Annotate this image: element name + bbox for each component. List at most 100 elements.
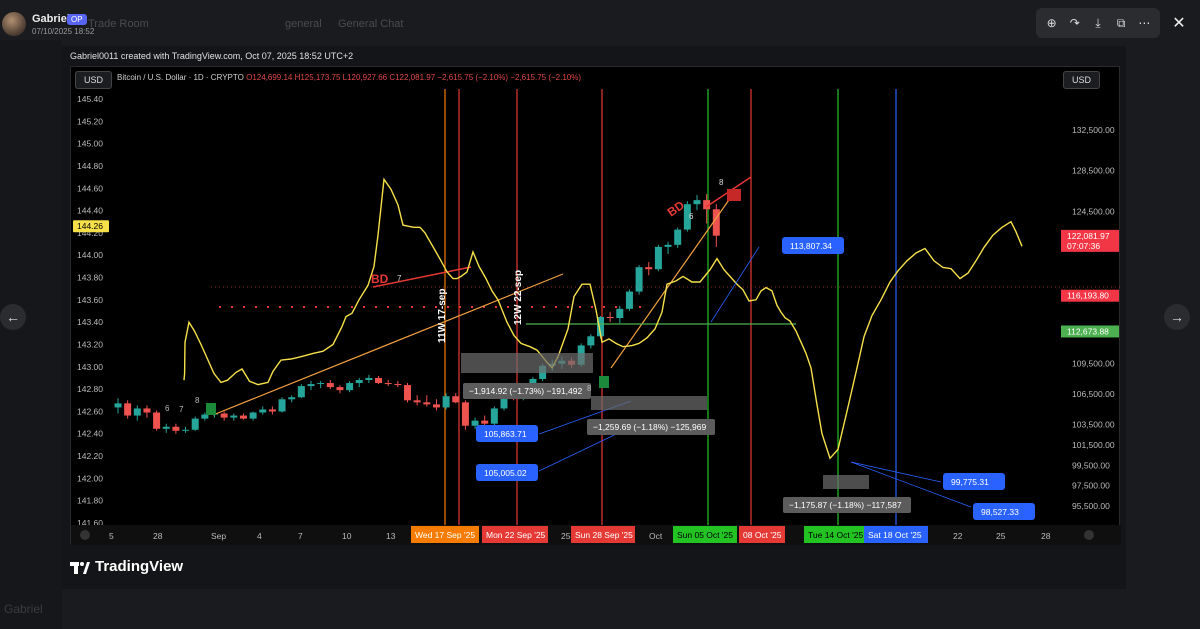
candle-body — [288, 397, 296, 400]
candle-body — [278, 399, 286, 412]
candle-body — [133, 408, 141, 416]
image-frame: Gabriel0011 created with TradingView.com… — [62, 46, 1126, 589]
candle-body — [394, 384, 402, 386]
x-highlight-label-5: Tue 14 Oct '25 — [808, 530, 863, 540]
measure-label-2: −1,175.87 (−1.18%) −117,587 — [789, 500, 902, 510]
x-axis-tick: 7 — [298, 531, 303, 541]
candle-body — [191, 418, 199, 430]
download-icon[interactable]: ⤓ — [1089, 14, 1107, 32]
candle-body — [432, 404, 440, 408]
candle-body — [124, 403, 132, 416]
x-axis-tick: 25 — [996, 531, 1006, 541]
bottom-user: Gabriel — [4, 602, 43, 616]
candle-body — [114, 403, 122, 408]
left-axis-tick: 145.20 — [77, 116, 103, 126]
candle-body — [249, 412, 257, 419]
chart-annotation-4: 8 — [719, 178, 724, 187]
image-toolbar: ⊕ ↷ ⤓ ⧉ ⋯ — [1036, 8, 1160, 38]
candle-body — [375, 377, 383, 384]
chart-annotation-1: 7 — [397, 274, 402, 283]
left-axis-tick: 143.60 — [77, 295, 103, 305]
candle-body — [143, 408, 151, 413]
chart-annotation-3: 6 — [689, 212, 694, 221]
candle-body — [693, 200, 701, 205]
right-axis-tick: 132,500.00 — [1072, 125, 1115, 135]
x-highlight-label-6: Sat 18 Oct '25 — [868, 530, 922, 540]
candle-body — [307, 384, 315, 387]
tradingview-logo: TradingView — [70, 558, 183, 575]
x-axis-tick: Oct — [649, 531, 663, 541]
chart-annotation-11: 8 — [587, 384, 592, 393]
x-axis-tick: 28 — [153, 531, 163, 541]
candle-body — [404, 385, 411, 401]
candle-body — [317, 383, 325, 385]
candle-body — [635, 267, 643, 292]
share-icon[interactable]: ↷ — [1066, 14, 1084, 32]
measure-label-1: −1,259.69 (−1.18%) −125,969 — [593, 422, 706, 432]
candle-body — [172, 426, 180, 431]
close-icon[interactable]: ✕ — [1166, 10, 1192, 36]
candle-body — [413, 400, 421, 403]
chart-annotation-9: 8 — [195, 396, 200, 405]
blue-price-label-4: 98,527.33 — [981, 507, 1019, 517]
chart-annotation-12: 11W 17-sep — [437, 289, 448, 343]
x-highlight-label-0: Wed 17 Sep '25 — [415, 530, 475, 540]
lightbox-header: Gabriel OP 07/10/2025 18:52 Trade Room g… — [0, 0, 1200, 42]
candle-body — [268, 409, 276, 412]
left-axis-tick: 143.40 — [77, 317, 103, 327]
x-axis-tick: 25 — [561, 531, 571, 541]
right-axis-tick: 101,500.00 — [1072, 440, 1115, 450]
price-chart[interactable]: 145.40 145.20 145.00 144.80 144.60 144.40 144.… — [71, 67, 1121, 545]
left-axis-tick: 145.40 — [77, 94, 103, 104]
op-badge: OP — [67, 14, 87, 25]
blue-price-label-0: 105,863.71 — [484, 429, 527, 439]
zoom-in-icon[interactable]: ⊕ — [1043, 14, 1061, 32]
left-axis-tick: 143.00 — [77, 362, 103, 372]
chart-area: USD USD Bitcoin / U.S. Dollar · 1D · CRY… — [70, 66, 1121, 545]
chart-annotation-13: 12W 22-sep — [513, 270, 524, 325]
right-axis-tick: 109,500.00 — [1072, 359, 1115, 369]
x-axis-tick: Sep — [211, 531, 226, 541]
candle-body — [606, 316, 614, 318]
candle-body — [664, 244, 672, 247]
background-sidebar — [0, 40, 62, 629]
measure-box-3 — [823, 475, 869, 489]
candle-body — [297, 386, 305, 398]
x-axis-tick: 5 — [109, 531, 114, 541]
x-highlight-label-1: Mon 22 Sep '25 — [486, 530, 546, 540]
candle-body — [490, 408, 498, 424]
right-price-label-2: 112,673.88 — [1067, 326, 1109, 336]
open-external-icon[interactable]: ⧉ — [1112, 14, 1130, 32]
tradingview-icon — [70, 561, 90, 574]
measure-box-1 — [461, 353, 593, 373]
user-name[interactable]: Gabriel — [32, 13, 70, 25]
next-image-button[interactable]: → — [1164, 304, 1190, 330]
left-axis-tick: 142.80 — [77, 384, 103, 394]
candle-body — [452, 396, 460, 403]
right-axis-tick: 99,500.00 — [1072, 460, 1110, 470]
x-axis-tick: 28 — [1041, 531, 1051, 541]
x-highlight-label-4: 08 Oct '25 — [743, 530, 782, 540]
x-highlight-label-2: Sun 28 Sep '25 — [575, 530, 633, 540]
more-icon[interactable]: ⋯ — [1135, 14, 1153, 32]
candle-body — [442, 396, 450, 408]
x-axis-tick: 13 — [386, 531, 396, 541]
candle-body — [471, 420, 479, 426]
right-axis-tick: 106,500.00 — [1072, 389, 1115, 399]
candle-body — [645, 267, 653, 270]
candle-body — [384, 383, 392, 385]
candle-body — [336, 387, 344, 391]
candle-body — [355, 379, 363, 384]
candle-body — [259, 409, 267, 413]
x-axis-auto-icon — [1084, 530, 1094, 540]
prev-image-button[interactable]: ← — [0, 304, 26, 330]
candle-body — [654, 246, 662, 270]
avatar[interactable] — [2, 12, 26, 36]
candle-body — [201, 414, 209, 419]
signal-box-red — [727, 189, 741, 201]
right-axis-tick: 124,500.00 — [1072, 206, 1115, 216]
candle-body — [182, 429, 190, 431]
candle-body — [616, 308, 624, 318]
left-axis-tick: 145.00 — [77, 139, 103, 149]
chart-annotation-8: 7 — [179, 405, 184, 414]
